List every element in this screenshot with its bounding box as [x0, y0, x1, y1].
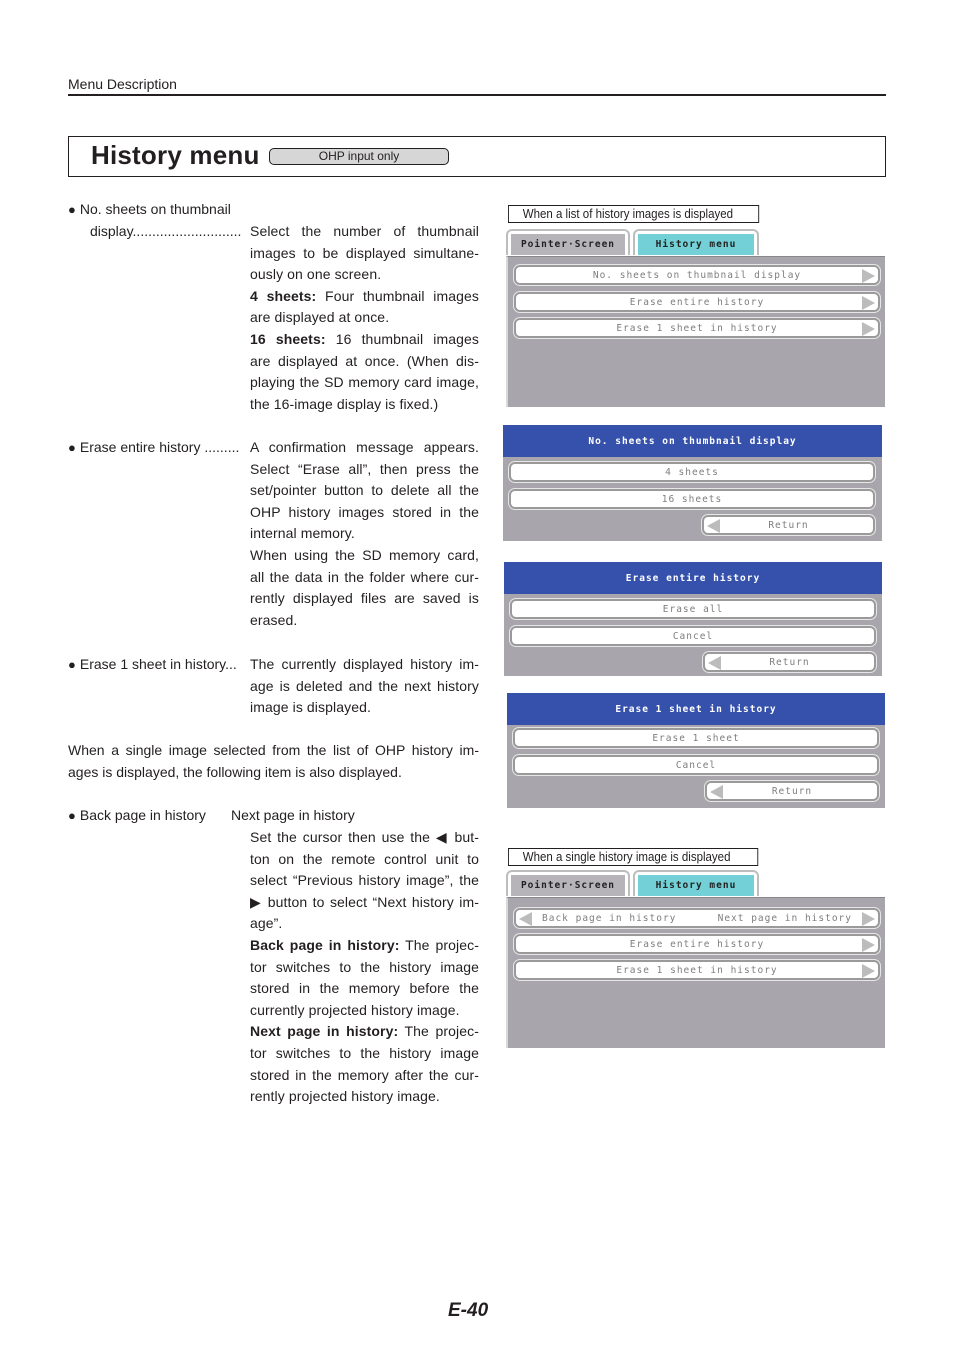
desc-para: Next page in history: The projec-tor swi…: [250, 1023, 479, 1105]
tab-pointer-screen[interactable]: Pointer·Screen: [506, 229, 630, 255]
page-number: E-40: [448, 1300, 489, 1321]
section-label: Menu Description: [68, 76, 177, 92]
next-page-label[interactable]: Next page in history: [718, 913, 852, 924]
desc-para: 4 sheets: Four thumbnail images are disp…: [250, 287, 479, 326]
dialog-erase-one: Erase 1 sheet in history Erase 1 sheet C…: [507, 693, 885, 808]
header-rule: [68, 94, 886, 96]
dialog-title: No. sheets on thumbnail display: [503, 425, 882, 457]
arrow-right-icon: [862, 322, 875, 336]
arrow-right-icon: [862, 912, 875, 926]
option-16-sheets[interactable]: 16 sheets: [509, 489, 875, 509]
item-desc-thumbnail: Select the number of thumbnail images to…: [250, 221, 479, 415]
arrow-right-icon: [862, 296, 875, 310]
arrow-left-icon: [707, 519, 720, 533]
item-label-thumbnail: No. sheets on thumbnail: [68, 199, 231, 221]
return-button[interactable]: Return: [702, 515, 875, 535]
arrow-left-icon: [710, 785, 723, 799]
osd-history-list: Pointer·Screen History menu No. sheets o…: [506, 229, 885, 407]
desc-para: Back page in history: The projec-tor swi…: [250, 936, 479, 1018]
desc-para: A confirmation message appears. Select “…: [250, 439, 479, 542]
return-button[interactable]: Return: [705, 781, 879, 801]
menu-item-thumbnail-sheets[interactable]: No. sheets on thumbnail display: [514, 265, 880, 285]
single-caption: When a single history image is displayed: [508, 848, 759, 866]
option-4-sheets[interactable]: 4 sheets: [509, 462, 875, 482]
return-button[interactable]: Return: [703, 652, 876, 672]
tab-history-menu[interactable]: History menu: [633, 229, 759, 255]
arrow-right-icon: [862, 269, 875, 283]
tab-history-menu[interactable]: History menu: [633, 870, 759, 896]
item-label-back-next: Back page in history: [68, 805, 206, 827]
menu-item-erase-entire[interactable]: Erase entire history: [514, 292, 880, 312]
option-erase-1-sheet[interactable]: Erase 1 sheet: [513, 728, 879, 748]
title-box: History menu OHP input only: [68, 136, 886, 177]
single-image-note: When a single image selected from the li…: [68, 742, 479, 780]
option-erase-all[interactable]: Erase all: [510, 599, 876, 619]
menu-item-erase-entire[interactable]: Erase entire history: [514, 934, 880, 954]
osd-panel: No. sheets on thumbnail display Erase en…: [506, 256, 885, 407]
list-caption: When a list of history images is display…: [508, 205, 760, 223]
desc-para: The currently displayed history im-age i…: [250, 656, 479, 716]
osd-panel: Back page in history Next page in histor…: [506, 897, 885, 1048]
item-label-erase-one: Erase 1 sheet in history...: [68, 654, 237, 676]
arrow-left-icon: [519, 912, 532, 926]
back-page-label[interactable]: Back page in history: [542, 913, 676, 924]
menu-item-erase-one[interactable]: Erase 1 sheet in history: [514, 960, 880, 980]
arrow-left-icon: [708, 656, 721, 670]
osd-history-single: Pointer·Screen History menu Back page in…: [506, 870, 885, 1048]
menu-item-back-next[interactable]: Back page in history Next page in histor…: [514, 908, 880, 928]
dialog-erase-entire: Erase entire history Erase all Cancel Re…: [504, 562, 882, 676]
ohp-only-badge: OHP input only: [269, 148, 449, 165]
item-label-erase-entire: Erase entire history .........: [68, 437, 240, 459]
arrow-right-icon: [862, 938, 875, 952]
desc-para: 16 sheets: 16 thumbnail images are displ…: [250, 330, 479, 412]
osd-tabs: Pointer·Screen History menu: [506, 870, 885, 898]
item-label-thumbnail-line2: display............................: [90, 223, 242, 239]
dialog-title: Erase entire history: [504, 562, 882, 594]
dialog-thumbnail-sheets: No. sheets on thumbnail display 4 sheets…: [503, 425, 882, 541]
desc-para: Set the cursor then use the ◀ but-ton on…: [250, 829, 479, 932]
item-desc-erase-entire: A confirmation message appears. Select “…: [250, 437, 479, 631]
option-cancel[interactable]: Cancel: [513, 755, 879, 775]
osd-tabs: Pointer·Screen History menu: [506, 229, 885, 257]
menu-item-erase-one[interactable]: Erase 1 sheet in history: [514, 318, 880, 338]
tab-pointer-screen[interactable]: Pointer·Screen: [506, 870, 630, 896]
dialog-title: Erase 1 sheet in history: [507, 693, 885, 725]
item-label-next: Next page in history: [231, 807, 355, 823]
desc-para: Select the number of thumbnail images to…: [250, 223, 479, 283]
item-desc-erase-one: The currently displayed history im-age i…: [250, 654, 479, 719]
item-label-text: No. sheets on thumbnail: [79, 201, 231, 217]
desc-para: When using the SD memory card, all the d…: [250, 546, 479, 628]
arrow-right-icon: [862, 964, 875, 978]
item-desc-back-next: Set the cursor then use the ◀ but-ton on…: [250, 827, 479, 1108]
page-title: History menu: [91, 140, 260, 170]
option-cancel[interactable]: Cancel: [510, 626, 876, 646]
